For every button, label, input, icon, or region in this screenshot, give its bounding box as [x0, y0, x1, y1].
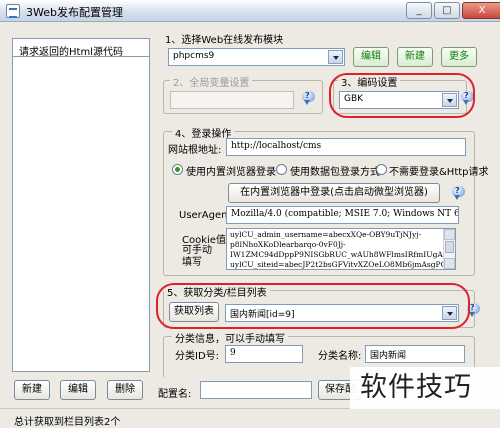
module-select[interactable]: phpcms9 — [168, 48, 345, 66]
config-name-input[interactable] — [200, 381, 312, 399]
site-url-input[interactable]: http://localhost/cms — [226, 138, 466, 156]
browser-login-button[interactable]: 在内置浏览器中登录(点击启动微型浏览器) — [228, 183, 440, 203]
new-config-button[interactable]: 新建 — [14, 380, 50, 400]
html-source-panel: 请求返回的Html源代码 — [12, 38, 150, 372]
useragent-input[interactable]: Mozilla/4.0 (compatible; MSIE 7.0; Windo… — [226, 206, 459, 224]
watermark: 软件技巧 — [350, 367, 500, 409]
category-name-input[interactable]: 国内新闻 — [365, 345, 465, 363]
section2-label: 2、全局变量设置 — [170, 74, 253, 89]
cookie-line: IW1ZMC94dDppP9NISGbRUC_wAUh8WFlmsIRfmIUg… — [230, 250, 446, 259]
edit-config-button[interactable]: 编辑 — [60, 380, 96, 400]
minimize-button[interactable]: _ — [406, 2, 432, 19]
cookie-line: uylCU_admin_username=abecxXQe-OBY9uTjNJy… — [230, 230, 422, 239]
window-title: 3Web发布配置管理 — [26, 6, 123, 19]
encoding-highlight — [329, 73, 475, 118]
useragent-label: UserAgent — [179, 210, 232, 221]
cookie-label: Cookie值: — [182, 235, 230, 246]
new-module-button[interactable]: 新建 — [397, 47, 433, 67]
status-text: 总计获取到栏目列表2个 — [14, 417, 121, 428]
category-highlight — [156, 283, 470, 329]
radio-builtin-browser[interactable] — [172, 164, 183, 175]
category-info-label: 分类信息，可以手动填写 — [172, 330, 288, 345]
radio-packet-login[interactable] — [276, 164, 287, 175]
cookie-scrollbar[interactable] — [443, 229, 455, 269]
app-window: 3Web发布配置管理 _ □ X 请求返回的Html源代码 1、选择Web在线发… — [0, 0, 500, 428]
cookie-hint: 可手动填写 — [182, 245, 212, 268]
category-name-label: 分类名称: — [318, 351, 362, 362]
radio-no-login-label: 不需要登录&Http请求 — [389, 167, 489, 178]
chevron-down-icon — [328, 50, 343, 64]
delete-config-button[interactable]: 删除 — [107, 380, 143, 400]
section1-label: 1、选择Web在线发布模块 — [165, 35, 284, 46]
module-select-value: phpcms9 — [173, 51, 215, 61]
more-modules-button[interactable]: 更多 — [441, 47, 477, 67]
close-button[interactable]: X — [462, 2, 500, 19]
category-id-label: 分类ID号: — [175, 351, 220, 362]
config-name-label: 配置名: — [158, 389, 192, 400]
html-source-header: 请求返回的Html源代码 — [12, 38, 150, 58]
maximize-button[interactable]: □ — [434, 2, 460, 19]
title-bar: 3Web发布配置管理 _ □ X — [0, 0, 500, 22]
category-id-input[interactable]: 9 — [225, 345, 303, 363]
cookie-line: p8lNhoXKoDlearbarqo-0vF0Jj- — [230, 240, 346, 249]
help-icon[interactable]: ? — [301, 91, 316, 106]
status-bar: 总计获取到栏目列表2个 — [0, 408, 500, 428]
radio-builtin-browser-label: 使用内置浏览器登录 — [186, 167, 276, 178]
html-source-list[interactable] — [12, 56, 150, 372]
app-icon — [6, 4, 20, 18]
cookie-textarea[interactable]: uylCU_admin_username=abecxXQe-OBY9uTjNJy… — [226, 228, 456, 270]
site-url-label: 网站根地址: — [168, 145, 222, 156]
help-icon[interactable]: ? — [451, 186, 466, 201]
radio-packet-login-label: 使用数据包登录方式 — [290, 167, 380, 178]
cookie-line: uylCU_siteid=abecJP2t2bsGFVitvXZOeLO8Mb6… — [230, 260, 452, 269]
radio-no-login[interactable] — [376, 164, 387, 175]
edit-module-button[interactable]: 编辑 — [353, 47, 389, 67]
global-vars-field[interactable] — [170, 91, 294, 109]
